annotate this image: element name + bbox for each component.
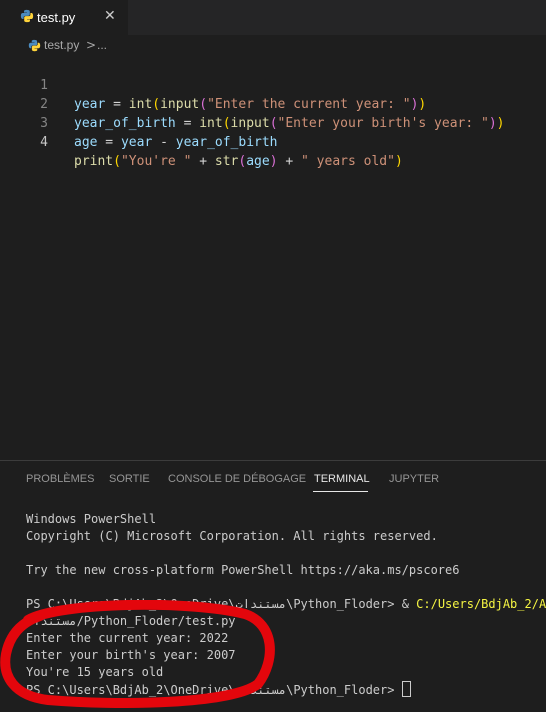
code-token: age [74,135,98,150]
code-token: ) [394,154,403,169]
breadcrumb-file[interactable]: test.py [44,38,79,52]
python-file-icon [20,9,34,23]
code-token: ( [113,154,121,169]
code-token: year_of_birth [175,135,278,150]
breadcrumb: test.py > ... [0,35,546,57]
terminal-command: C:/Users/BdjAb_2/Ap [416,597,546,611]
line-code: age = year - year_of_birth [74,133,278,152]
code-token: "You're " [120,154,192,169]
tab-debug-console[interactable]: CONSOLE DE DÉBOGAGE [168,473,306,485]
code-token: - [152,135,176,150]
editor-tab-bar: test.py ✕ [0,0,546,35]
line-code: print("You're " + str(age) + " years old… [74,152,403,171]
tab-test-py[interactable]: test.py ✕ [0,0,129,35]
terminal-line: Windows PowerShell [26,512,157,526]
code-token: = [97,135,121,150]
active-tab-indicator [313,491,368,492]
code-token: + [191,154,215,169]
code-line[interactable]: 4 print("You're " + str(age) + " years o… [0,114,546,169]
code-editor[interactable]: 1 year = int(input("Enter the current ye… [0,57,546,457]
code-token: print [74,154,114,169]
terminal-line: Copyright (C) Microsoft Corporation. All… [26,529,438,543]
code-token: ) [269,154,278,169]
tab-output[interactable]: SORTIE [109,473,150,485]
tab-jupyter[interactable]: JUPYTER [389,473,439,485]
code-line[interactable]: 2 year_of_birth = int(input("Enter your … [0,76,546,131]
red-circle-annotation [0,600,275,708]
code-token: str [214,154,239,169]
tab-label: test.py [37,10,76,25]
python-file-icon [28,39,41,52]
code-line[interactable]: 1 year = int(input("Enter the current ye… [0,57,546,112]
code-token: year [120,135,153,150]
tab-terminal[interactable]: TERMINAL [314,473,370,485]
line-number: 4 [40,135,48,150]
code-line[interactable]: 3 age = year - year_of_birth [0,95,546,150]
code-token: age [246,154,270,169]
terminal-line: Try the new cross-platform PowerShell ht… [26,563,460,577]
tab-problems[interactable]: PROBLÈMES [26,473,94,485]
breadcrumb-symbols[interactable]: ... [97,38,107,52]
terminal-cursor[interactable] [401,681,411,697]
code-token: + [277,154,302,169]
close-icon[interactable]: ✕ [104,8,116,24]
code-token: " years old" [301,154,395,169]
breadcrumb-separator: > [86,38,97,52]
